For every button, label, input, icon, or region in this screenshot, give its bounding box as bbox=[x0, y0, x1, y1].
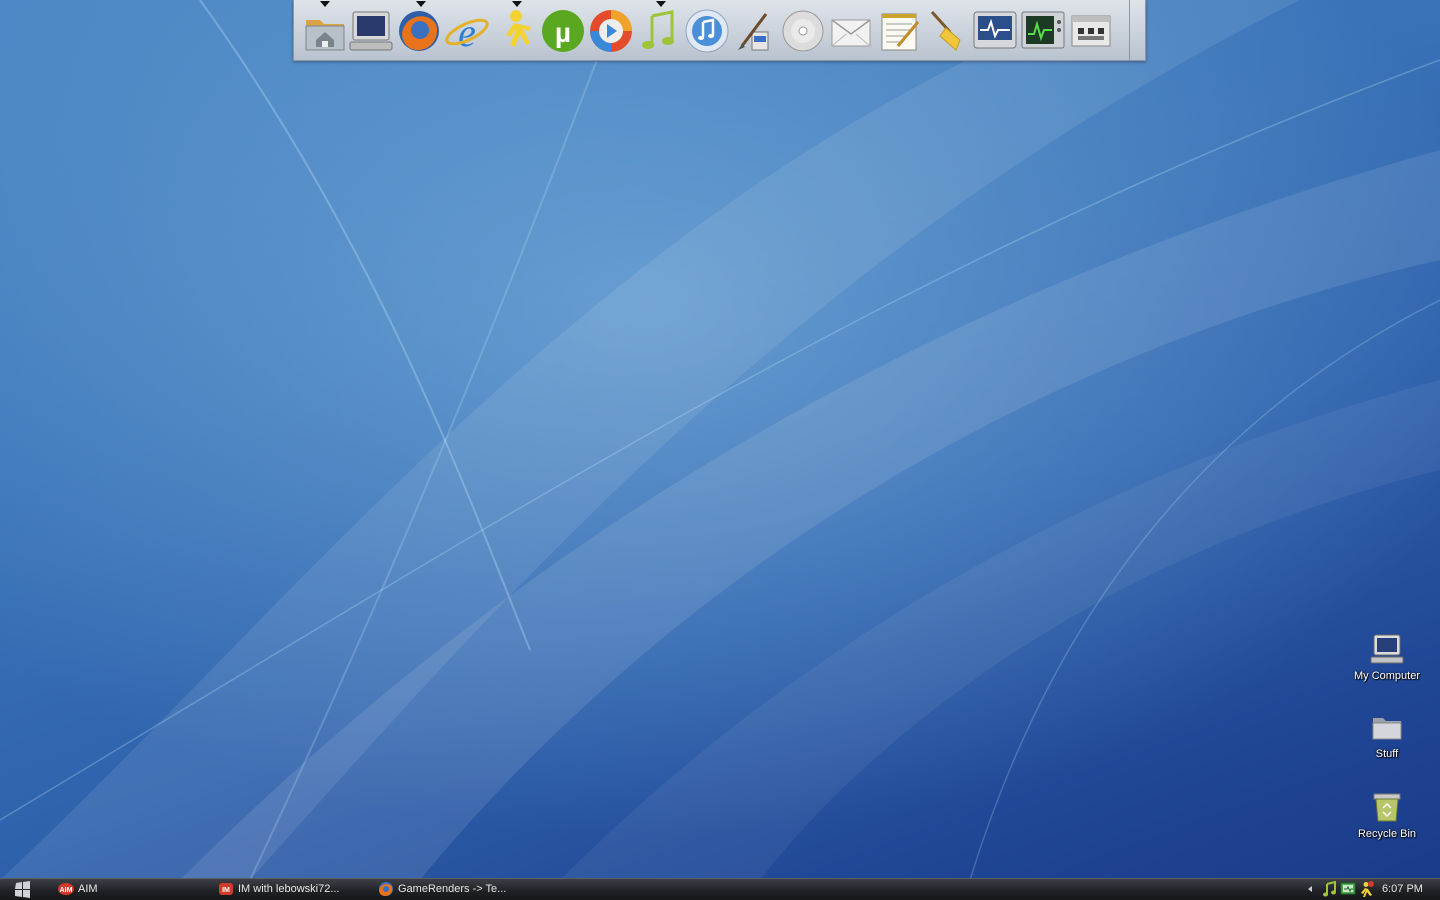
dock-firefox-icon[interactable] bbox=[396, 6, 442, 54]
taskbar-button-im-window[interactable]: IM IM with lebowski72... bbox=[218, 880, 368, 899]
desktop[interactable]: e µ My Computer Stuff Recycle Bin AIM AI… bbox=[0, 0, 1440, 900]
network-tray-icon[interactable] bbox=[1340, 881, 1356, 897]
svg-text:e: e bbox=[458, 10, 476, 54]
dock-cd-drive-icon[interactable] bbox=[780, 6, 826, 54]
taskbar-button-label: IM with lebowski72... bbox=[238, 883, 340, 895]
dock-media-player-icon[interactable] bbox=[588, 6, 634, 54]
dock-music-note-icon[interactable] bbox=[636, 6, 682, 54]
folder-icon bbox=[1372, 718, 1402, 740]
aim-icon: AIM bbox=[58, 883, 74, 895]
clock[interactable]: 6:07 PM bbox=[1382, 879, 1423, 900]
dock-utorrent-icon[interactable]: µ bbox=[540, 6, 586, 54]
taskbar-button-label: GameRenders -> Te... bbox=[398, 883, 507, 895]
dock-home-folder-icon[interactable] bbox=[302, 6, 348, 54]
aim-tray-icon[interactable] bbox=[1358, 881, 1374, 897]
wallpaper bbox=[0, 0, 1440, 880]
svg-text:AIM: AIM bbox=[60, 887, 73, 894]
dock-system-monitor-icon[interactable] bbox=[972, 6, 1018, 54]
dock-performance-monitor-icon[interactable] bbox=[1020, 6, 1066, 54]
im-icon: IM bbox=[219, 883, 233, 895]
stuff-label: Stuff bbox=[1375, 748, 1399, 760]
taskbar-button-firefox[interactable]: GameRenders -> Te... bbox=[378, 880, 528, 899]
desktop-icon-my-computer[interactable]: My Computer bbox=[1342, 632, 1432, 682]
taskbar: AIM AIM IM IM with lebowski72... GameRen… bbox=[0, 878, 1440, 900]
dock-notepad-icon[interactable] bbox=[876, 6, 922, 54]
my-computer-icon bbox=[1370, 634, 1404, 664]
music-tray-icon[interactable] bbox=[1322, 881, 1338, 897]
taskbar-button-aim[interactable]: AIM AIM bbox=[58, 880, 198, 899]
recycle-bin-icon bbox=[1373, 793, 1401, 822]
recycle-bin-label: Recycle Bin bbox=[1357, 828, 1417, 840]
firefox-icon bbox=[379, 882, 393, 896]
taskbar-button-label: AIM bbox=[78, 883, 98, 895]
start-button[interactable] bbox=[10, 881, 34, 898]
dock: e µ bbox=[293, 0, 1146, 61]
dock-divider bbox=[1129, 0, 1130, 60]
svg-text:µ: µ bbox=[555, 17, 571, 48]
system-tray: 6:07 PM bbox=[1300, 879, 1440, 900]
dock-control-panel-icon[interactable] bbox=[1068, 6, 1114, 54]
dock-my-computer-icon[interactable] bbox=[348, 6, 394, 54]
my-computer-label: My Computer bbox=[1353, 670, 1421, 682]
windows-logo-icon bbox=[15, 881, 30, 898]
dock-paint-icon[interactable] bbox=[732, 6, 778, 54]
svg-text:IM: IM bbox=[222, 887, 230, 894]
dock-mail-icon[interactable] bbox=[828, 6, 874, 54]
dock-itunes-icon[interactable] bbox=[684, 6, 730, 54]
dock-aim-icon[interactable] bbox=[492, 6, 538, 54]
dock-cleaner-broom-icon[interactable] bbox=[924, 6, 970, 54]
show-hidden-icons-chevron-icon[interactable] bbox=[1308, 886, 1312, 892]
desktop-icon-recycle-bin[interactable]: Recycle Bin bbox=[1342, 790, 1432, 840]
desktop-icon-stuff[interactable]: Stuff bbox=[1342, 712, 1432, 760]
dock-internet-explorer-icon[interactable]: e bbox=[444, 6, 490, 55]
